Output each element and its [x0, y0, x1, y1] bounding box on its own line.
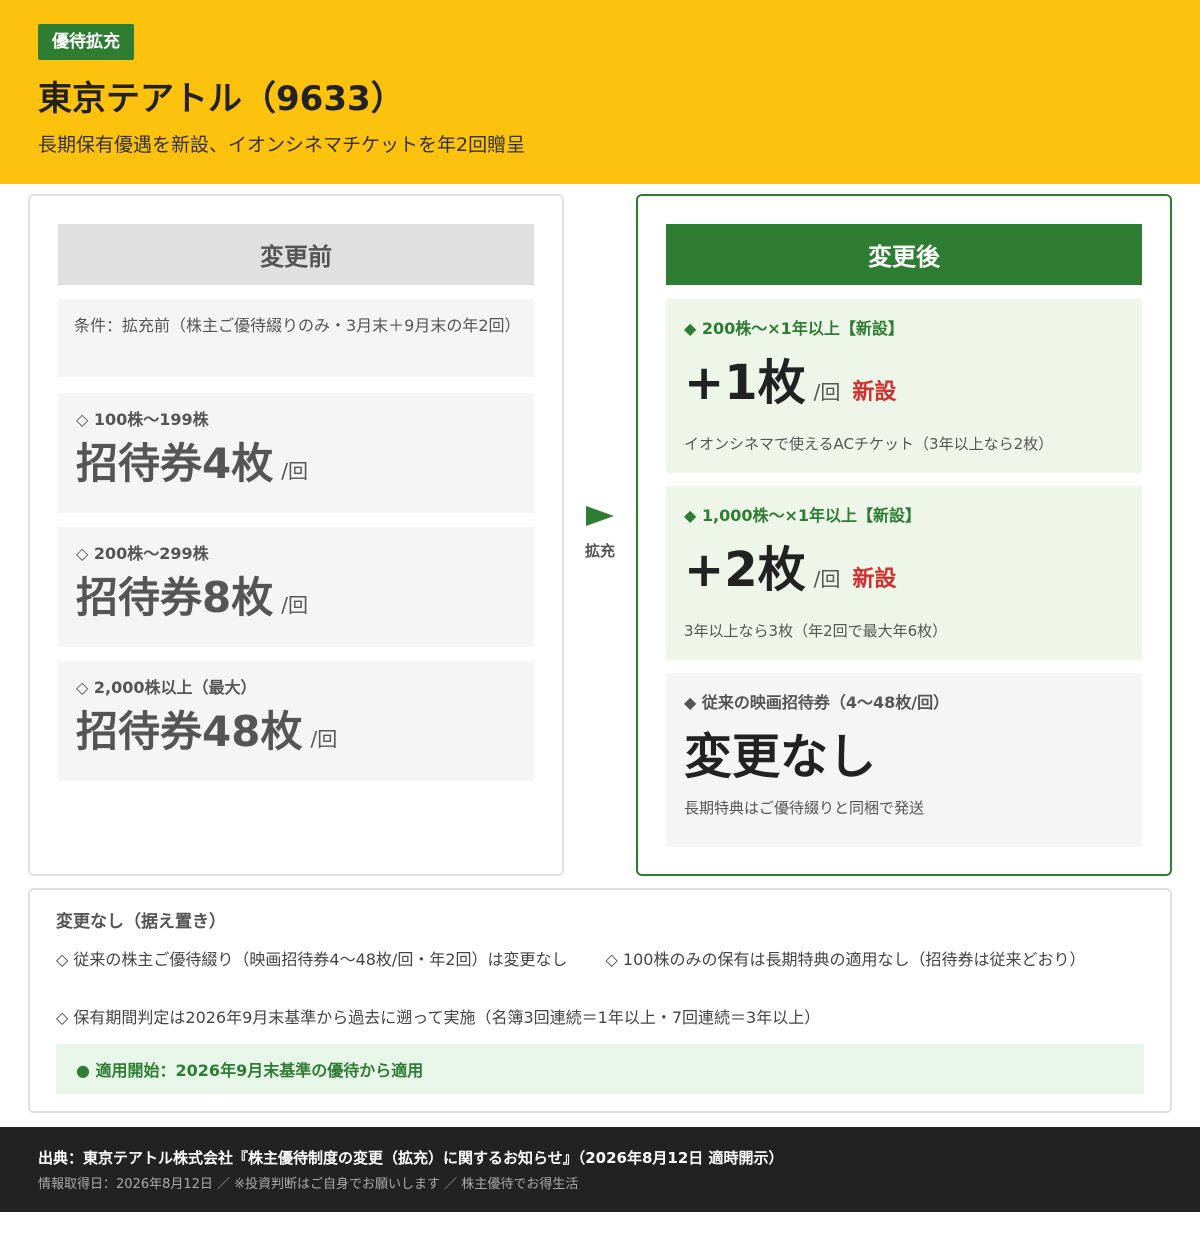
before-item-value: 招待券8枚: [76, 573, 274, 622]
after-item-note: 長期特典はご優待綴りと同梱で発送: [684, 799, 925, 817]
after-item-per: /回: [813, 380, 841, 404]
after-item-note: 3年以上なら3枚（年2回で最大年6枚）: [684, 622, 948, 640]
after-item-value: +1枚: [684, 355, 806, 411]
after-item: ◆ 200株〜×1年以上【新設】 +1枚/回 新設 イオンシネマで使えるACチケッ…: [666, 299, 1142, 473]
after-item: ◆ 従来の映画招待券（4〜48枚/回） 変更なし 長期特典はご優待綴りと同梱で発…: [666, 673, 1142, 847]
before-item: ◇ 2,000株以上（最大） 招待券48枚/回: [58, 661, 534, 781]
new-badge: 新設: [852, 567, 897, 592]
before-item-value: 招待券4枚: [76, 439, 274, 488]
unchanged-section: 変更なし（据え置き） ◇ 従来の株主ご優待綴り（映画招待券4〜48枚/回・年2回…: [28, 888, 1172, 1113]
category-tag: 優待拡充: [38, 24, 134, 60]
after-item-value: 変更なし: [684, 729, 877, 785]
before-item: ◇ 200株〜299株 招待券8枚/回: [58, 527, 534, 647]
before-heading: 変更前: [58, 224, 534, 285]
unchanged-item: ◇ 保有期間判定は2026年9月末基準から過去に遡って実施（名簿3回連続＝1年以…: [56, 1008, 821, 1027]
new-badge: 新設: [852, 380, 897, 405]
expansion-arrow: 拡充: [578, 504, 622, 561]
before-item-label: ◇ 100株〜199株: [76, 410, 209, 429]
page-header: 優待拡充 東京テアトル（9633） 長期保有優遇を新設、イオンシネマチケットを年…: [0, 0, 1200, 184]
after-item-label: ◆ 1,000株〜×1年以上【新設】: [684, 506, 922, 525]
before-item-per: /回: [310, 727, 338, 751]
unchanged-title: 変更なし（据え置き）: [56, 912, 226, 932]
before-item: ◇ 100株〜199株 招待券4枚/回: [58, 393, 534, 513]
start-date-banner: ● 適用開始：2026年9月末基準の優待から適用: [56, 1044, 1144, 1094]
before-panel: 変更前 条件：拡充前（株主ご優待綴りのみ・3月末＋9月末の年2回） ◇ 100株…: [28, 194, 564, 876]
after-item-label: ◆ 従来の映画招待券（4〜48枚/回）: [684, 693, 950, 712]
after-heading: 変更後: [666, 224, 1142, 285]
after-item-note: イオンシネマで使えるACチケット（3年以上なら2枚）: [684, 435, 1054, 453]
arrow-right-icon: [586, 506, 614, 526]
page-subtitle: 長期保有優遇を新設、イオンシネマチケットを年2回贈呈: [38, 134, 526, 156]
before-condition: 条件：拡充前（株主ご優待綴りのみ・3月末＋9月末の年2回）: [58, 299, 534, 377]
arrow-label: 拡充: [584, 542, 615, 560]
before-item-label: ◇ 200株〜299株: [76, 544, 209, 563]
before-item-per: /回: [281, 459, 308, 483]
footer-info: 情報取得日：2026年8月12日 ／ ※投資判断はご自身でお願いします ／ 株主…: [38, 1177, 579, 1192]
before-item-label: ◇ 2,000株以上（最大）: [76, 678, 257, 697]
unchanged-list: ◇ 従来の株主ご優待綴り（映画招待券4〜48枚/回・年2回）は変更なし ◇ 10…: [56, 948, 1144, 1030]
after-item-value: +2枚: [684, 542, 806, 598]
page-title: 東京テアトル（9633）: [38, 79, 405, 119]
source-citation: 出典：東京テアトル株式会社『株主優待制度の変更（拡充）に関するお知らせ』（202…: [38, 1149, 784, 1167]
after-item-label: ◆ 200株〜×1年以上【新設】: [684, 319, 904, 338]
unchanged-item: ◇ 従来の株主ご優待綴り（映画招待券4〜48枚/回・年2回）は変更なし: [56, 950, 568, 969]
before-item-per: /回: [281, 593, 308, 617]
page-footer: 出典：東京テアトル株式会社『株主優待制度の変更（拡充）に関するお知らせ』（202…: [0, 1127, 1200, 1212]
after-panel: 変更後 ◆ 200株〜×1年以上【新設】 +1枚/回 新設 イオンシネマで使えるA…: [636, 194, 1172, 876]
after-item: ◆ 1,000株〜×1年以上【新設】 +2枚/回 新設 3年以上なら3枚（年2回で…: [666, 486, 1142, 660]
unchanged-item: ◇ 100株のみの保有は長期特典の適用なし（招待券は従来どおり）: [605, 950, 1086, 969]
after-item-per: /回: [813, 567, 841, 591]
before-item-value: 招待券48枚: [76, 707, 303, 756]
